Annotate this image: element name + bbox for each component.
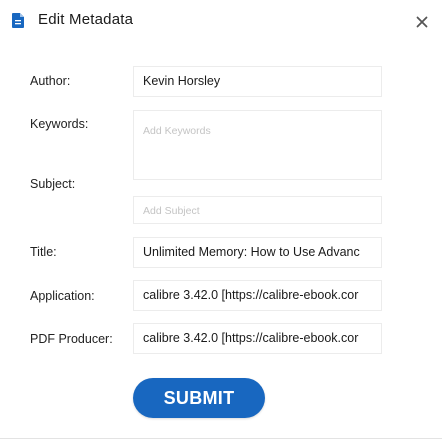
application-label: Application: (30, 289, 95, 303)
dialog-title: Edit Metadata (38, 11, 134, 28)
edit-metadata-dialog: Edit Metadata Author: Kevin Horsley Keyw… (0, 0, 442, 439)
subject-label: Subject: (30, 177, 76, 191)
pdf-producer-label: PDF Producer: (30, 332, 113, 346)
dialog-header: Edit Metadata (0, 0, 442, 42)
pdf-producer-field[interactable]: calibre 3.42.0 [https://calibre-ebook.co… (133, 323, 382, 354)
subject-placeholder: Add Subject (143, 205, 200, 217)
application-field[interactable]: calibre 3.42.0 [https://calibre-ebook.co… (133, 280, 382, 311)
author-field[interactable]: Kevin Horsley (133, 66, 382, 97)
document-icon (12, 13, 24, 28)
title-label: Title: (30, 245, 57, 259)
submit-button[interactable]: SUBMIT (133, 378, 265, 418)
author-label: Author: (30, 74, 71, 88)
keywords-field[interactable]: Add Keywords (133, 110, 382, 180)
title-field[interactable]: Unlimited Memory: How to Use Advanc (133, 237, 382, 268)
keywords-label: Keywords: (30, 117, 89, 131)
close-icon[interactable] (414, 14, 430, 30)
subject-field[interactable]: Add Subject (133, 196, 382, 224)
keywords-placeholder: Add Keywords (143, 125, 211, 137)
